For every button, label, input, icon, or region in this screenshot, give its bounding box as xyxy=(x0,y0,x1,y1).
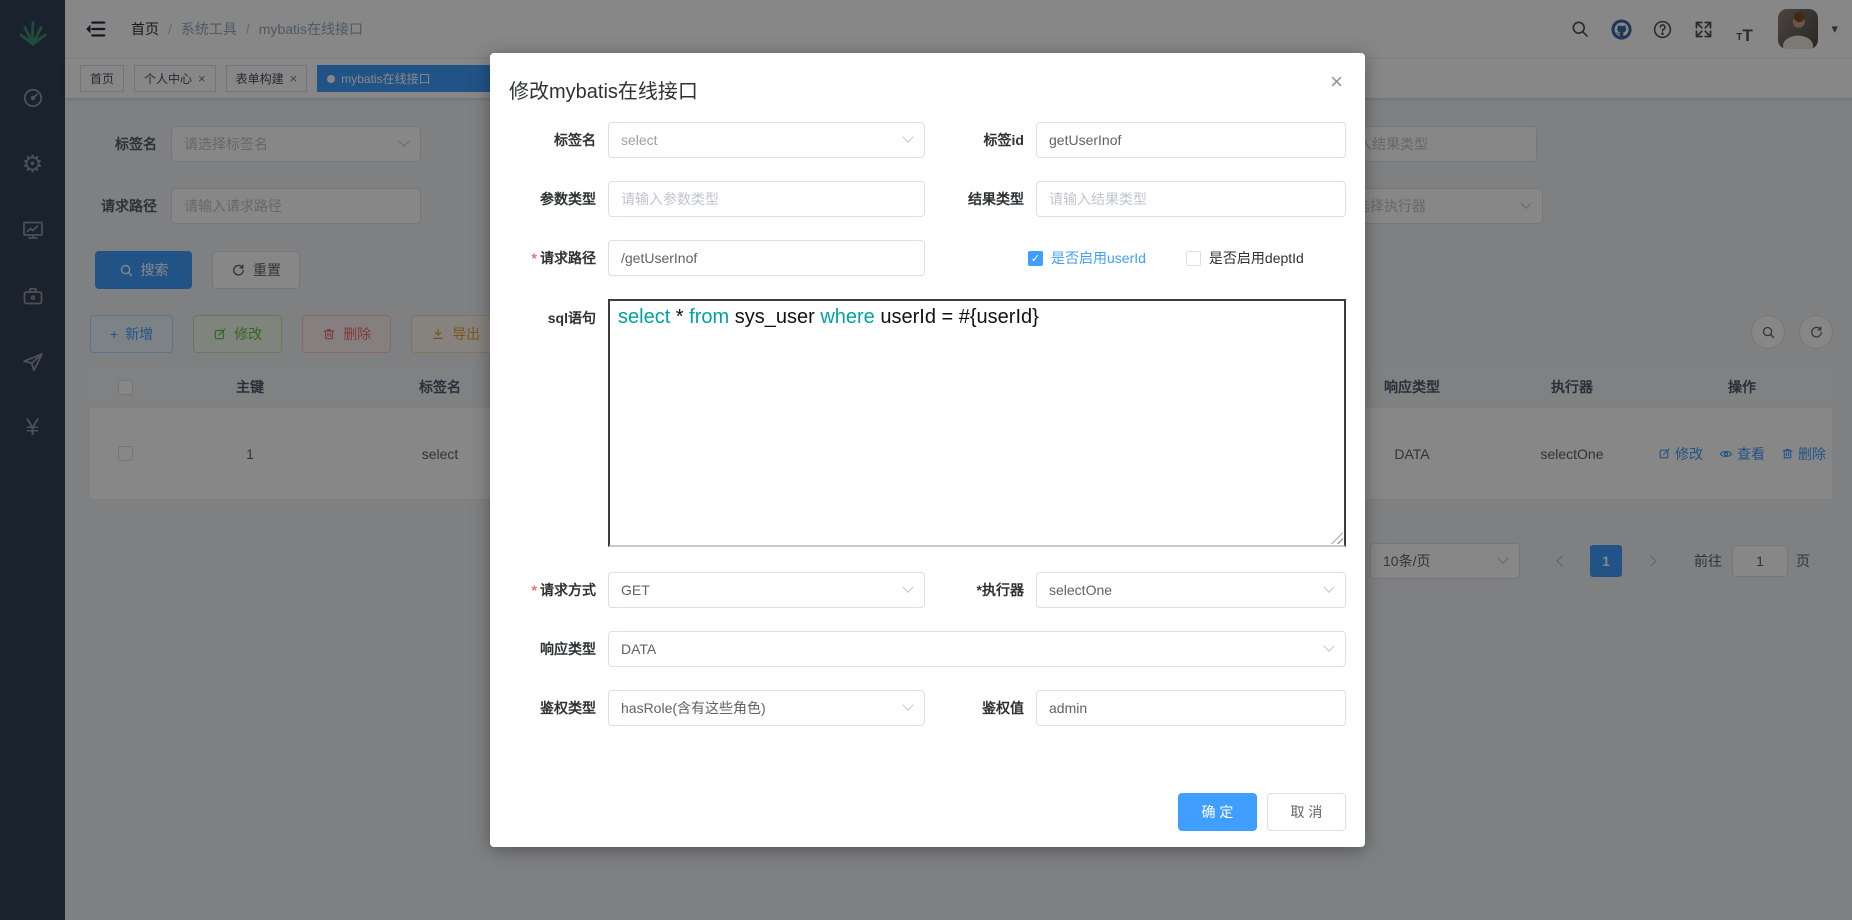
field-param-type-input[interactable]: 请输入参数类型 xyxy=(608,181,925,217)
field-response-type-select[interactable]: DATA xyxy=(608,631,1346,667)
enable-userid-checkbox[interactable]: ✓ 是否启用userId xyxy=(1028,248,1146,268)
field-auth-value-label: 鉴权值 xyxy=(925,698,1036,718)
field-tag-name-label: 标签名 xyxy=(490,130,608,150)
checkbox-group: ✓ 是否启用userId 是否启用deptId xyxy=(1028,248,1304,268)
field-result-type-input[interactable]: 请输入结果类型 xyxy=(1036,181,1346,217)
field-tag-id-input[interactable]: getUserInof xyxy=(1036,122,1346,158)
dialog-footer: 确 定 取 消 xyxy=(490,749,1365,831)
field-auth-value-input[interactable]: admin xyxy=(1036,690,1346,726)
field-result-type-label: 结果类型 xyxy=(925,189,1036,209)
field-sql-label: sql语句 xyxy=(490,299,608,328)
textarea-resize-handle[interactable] xyxy=(1331,532,1343,544)
sql-code-line: select * from sys_user where userId = #{… xyxy=(618,306,1336,329)
checkbox-checked-icon: ✓ xyxy=(1028,251,1043,266)
field-method-label: *请求方式 xyxy=(490,580,608,600)
field-executor-select[interactable]: selectOne xyxy=(1036,572,1346,608)
field-auth-type-label: 鉴权类型 xyxy=(490,698,608,718)
chevron-down-icon xyxy=(1323,582,1334,593)
field-method-select[interactable]: GET xyxy=(608,572,925,608)
sql-editor[interactable]: select * from sys_user where userId = #{… xyxy=(608,299,1346,547)
confirm-button[interactable]: 确 定 xyxy=(1178,793,1257,831)
chevron-down-icon xyxy=(1323,641,1334,652)
field-param-type-label: 参数类型 xyxy=(490,189,608,209)
field-tag-name-select[interactable]: select xyxy=(608,122,925,158)
field-path-label: *请求路径 xyxy=(490,248,608,268)
dialog-close-icon[interactable]: × xyxy=(1330,69,1343,95)
required-marker: * xyxy=(532,582,537,598)
field-tag-id-label: 标签id xyxy=(925,130,1036,150)
checkbox-unchecked-icon xyxy=(1186,251,1201,266)
dialog-title: 修改mybatis在线接口 xyxy=(509,81,698,103)
enable-deptid-checkbox[interactable]: 是否启用deptId xyxy=(1186,248,1304,268)
dialog-header: 修改mybatis在线接口 × xyxy=(490,53,1365,122)
field-auth-type-select[interactable]: hasRole(含有这些角色) xyxy=(608,690,925,726)
field-executor-label: *执行器 xyxy=(925,580,1036,600)
edit-mybatis-api-dialog: 修改mybatis在线接口 × 标签名 select 标签id getUserI… xyxy=(490,53,1365,847)
field-path-input[interactable]: /getUserInof xyxy=(608,240,925,276)
chevron-down-icon xyxy=(902,132,913,143)
chevron-down-icon xyxy=(902,582,913,593)
required-marker: * xyxy=(532,250,537,266)
field-response-type-label: 响应类型 xyxy=(490,639,608,659)
chevron-down-icon xyxy=(902,700,913,711)
cancel-button[interactable]: 取 消 xyxy=(1267,793,1346,831)
